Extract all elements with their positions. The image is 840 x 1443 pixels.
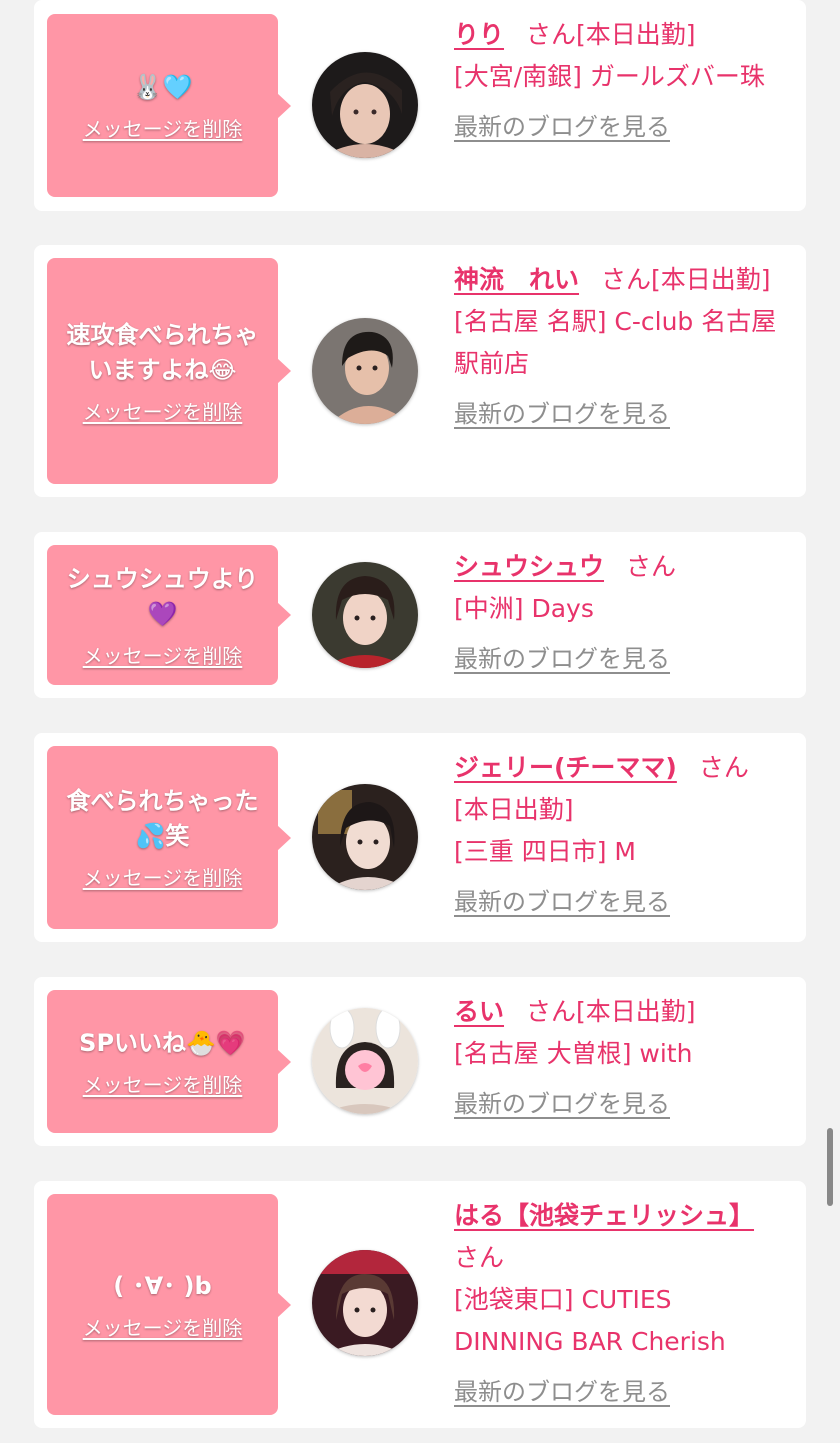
message-text: SPいいね🐣💗 xyxy=(79,1028,246,1057)
cast-name-link[interactable]: るい xyxy=(454,997,504,1026)
cast-name-link[interactable]: りり xyxy=(454,20,504,49)
avatar[interactable] xyxy=(312,52,418,158)
honorific: さん xyxy=(526,20,577,49)
avatar[interactable] xyxy=(312,562,418,668)
shop-info: [池袋東口] CUTIES DINNING BAR Cherish xyxy=(454,1285,726,1356)
cast-info: シュウシュウ さん [中洲] Days 最新のブログを見る xyxy=(454,546,780,680)
honorific: さん xyxy=(601,265,652,294)
cast-name-link[interactable]: ジェリー(チーママ) xyxy=(454,753,677,782)
message-card: 食べられちゃった💦笑 メッセージを削除 ジェリー(チーママ) さん [本日出勤] [… xyxy=(34,733,806,942)
shop-info: [名古屋 大曽根] with xyxy=(454,1039,693,1068)
cast-name-link[interactable]: 神流 れい xyxy=(454,265,579,294)
latest-blog-link[interactable]: 最新のブログを見る xyxy=(454,1371,670,1413)
delete-message-button[interactable]: メッセージを削除 xyxy=(83,862,243,891)
message-list: 🐰🩵 メッセージを削除 りり さん[本日出勤] [大宮/南銀] ガールズバー珠 最… xyxy=(0,0,840,1443)
message-bubble: 食べられちゃった💦笑 メッセージを削除 xyxy=(47,746,278,929)
cast-info: るい さん[本日出勤] [名古屋 大曽根] with 最新のブログを見る xyxy=(454,991,780,1125)
scrollbar-thumb[interactable] xyxy=(827,1128,833,1206)
message-card: 🐰🩵 メッセージを削除 りり さん[本日出勤] [大宮/南銀] ガールズバー珠 最… xyxy=(34,0,806,211)
message-text: 🐰🩵 xyxy=(132,72,193,101)
status-tag: [本日出勤] xyxy=(651,265,771,294)
message-card: SPいいね🐣💗 メッセージを削除 るい さん[本日出勤] [名古屋 大曽根] wi… xyxy=(34,977,806,1146)
honorific: さん xyxy=(526,997,577,1026)
cast-name-link[interactable]: シュウシュウ xyxy=(454,552,604,581)
latest-blog-link[interactable]: 最新のブログを見る xyxy=(454,393,670,435)
shop-info: [名古屋 名駅] C-club 名古屋駅前店 xyxy=(454,307,777,378)
message-bubble: SPいいね🐣💗 メッセージを削除 xyxy=(47,990,278,1133)
shop-info: [中洲] Days xyxy=(454,594,594,623)
avatar[interactable] xyxy=(312,784,418,890)
delete-message-button[interactable]: メッセージを削除 xyxy=(83,1069,243,1098)
honorific: さん xyxy=(454,1243,505,1272)
cast-name-link[interactable]: はる【池袋チェリッシュ】 xyxy=(454,1201,754,1230)
message-bubble: 🐰🩵 メッセージを削除 xyxy=(47,14,278,197)
avatar[interactable] xyxy=(312,1250,418,1356)
message-bubble: シュウシュウより💜 メッセージを削除 xyxy=(47,545,278,685)
message-text: ( ･∀･ )b xyxy=(113,1271,212,1300)
message-card: ( ･∀･ )b メッセージを削除 はる【池袋チェリッシュ】さん [池袋東口] … xyxy=(34,1181,806,1428)
honorific: さん xyxy=(698,753,749,782)
status-tag: [本日出勤] xyxy=(576,997,696,1026)
message-card: 速攻食べられちゃいますよね😂 メッセージを削除 神流 れい さん[本日出勤] [名… xyxy=(34,245,806,497)
delete-message-button[interactable]: メッセージを削除 xyxy=(83,113,243,142)
avatar[interactable] xyxy=(312,1008,418,1114)
latest-blog-link[interactable]: 最新のブログを見る xyxy=(454,638,670,680)
delete-message-button[interactable]: メッセージを削除 xyxy=(83,640,243,669)
avatar[interactable] xyxy=(312,318,418,424)
latest-blog-link[interactable]: 最新のブログを見る xyxy=(454,881,670,923)
message-text: 食べられちゃった💦笑 xyxy=(66,787,259,850)
cast-info: ジェリー(チーママ) さん [本日出勤] [三重 四日市] M 最新のブログを見る xyxy=(454,747,780,923)
shop-info: [三重 四日市] M xyxy=(454,837,636,866)
message-bubble: ( ･∀･ )b メッセージを削除 xyxy=(47,1194,278,1415)
message-text: 速攻食べられちゃいますよね😂 xyxy=(66,320,259,384)
cast-info: りり さん[本日出勤] [大宮/南銀] ガールズバー珠 最新のブログを見る xyxy=(454,14,780,148)
latest-blog-link[interactable]: 最新のブログを見る xyxy=(454,1083,670,1125)
message-bubble: 速攻食べられちゃいますよね😂 メッセージを削除 xyxy=(47,258,278,484)
delete-message-button[interactable]: メッセージを削除 xyxy=(83,396,243,425)
cast-info: はる【池袋チェリッシュ】さん [池袋東口] CUTIES DINNING BAR… xyxy=(454,1195,780,1413)
delete-message-button[interactable]: メッセージを削除 xyxy=(83,1312,243,1341)
honorific: さん xyxy=(626,552,677,581)
cast-info: 神流 れい さん[本日出勤] [名古屋 名駅] C-club 名古屋駅前店 最新の… xyxy=(454,259,780,435)
shop-info: [大宮/南銀] ガールズバー珠 xyxy=(454,62,765,91)
message-card: シュウシュウより💜 メッセージを削除 シュウシュウ さん [中洲] Days 最新… xyxy=(34,532,806,698)
message-text: シュウシュウより💜 xyxy=(66,564,259,628)
status-tag: [本日出勤] xyxy=(576,20,696,49)
status-tag: [本日出勤] xyxy=(454,795,574,824)
latest-blog-link[interactable]: 最新のブログを見る xyxy=(454,106,670,148)
